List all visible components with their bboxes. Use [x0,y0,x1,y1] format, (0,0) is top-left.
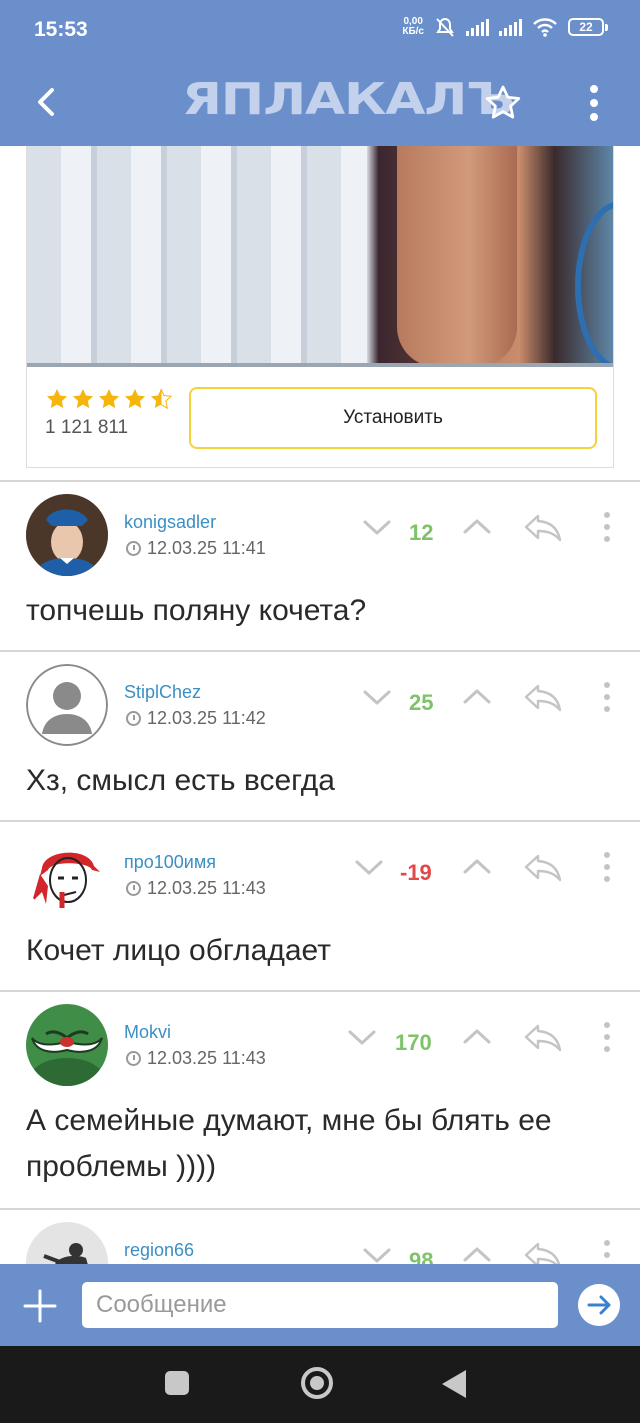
clock-icon [126,881,141,896]
chevron-up-icon[interactable] [462,512,492,542]
system-nav-bar [0,1346,640,1423]
comment-author[interactable]: konigsadler [124,512,216,533]
more-vertical-icon[interactable] [598,1238,616,1264]
comments-feed[interactable]: 1 121 811 Установить konigsadler 12.03.2… [0,146,640,1264]
clock-icon [126,541,141,556]
avatar[interactable] [26,1004,108,1086]
avatar[interactable] [26,494,108,576]
chevron-down-icon[interactable] [347,1022,377,1052]
reply-icon[interactable] [522,1020,564,1054]
net-speed-unit: КБ/с [402,26,424,37]
reply-icon[interactable] [522,850,564,884]
reply-icon[interactable] [522,1238,564,1264]
home-icon[interactable] [301,1367,333,1399]
avatar[interactable] [26,1222,108,1264]
comment-text: Кочет лицо обгладает [26,934,331,967]
recents-icon[interactable] [165,1371,189,1395]
more-vertical-icon[interactable] [598,1020,616,1054]
reply-icon[interactable] [522,680,564,714]
rating-count: 1 121 811 [45,417,129,438]
more-vertical-icon[interactable] [598,680,616,714]
avatar[interactable] [26,834,108,916]
star-icon [125,389,145,409]
app-bar: ЯПЛАКАЛЪ [0,60,640,146]
comment-time: 12.03.25 11:41 [126,538,266,559]
comment: region66 98 [0,1210,640,1264]
comment-time: 12.03.25 11:42 [126,708,266,729]
ad-image[interactable] [27,146,613,367]
status-time: 15:53 [34,18,88,41]
net-speed: 0,00 КБ/с [402,17,424,37]
chevron-up-icon[interactable] [462,1240,492,1264]
comment-score: -19 [400,860,432,885]
app-screen: 15:53 0,00 КБ/с 22 ЯПЛАКАЛЪ 1 121 811 Ус… [0,0,640,1423]
star-icon [99,389,119,409]
signal-icon [499,18,522,36]
back-triangle-icon[interactable] [442,1370,466,1398]
chevron-left-icon[interactable] [24,80,68,124]
star-icon[interactable] [482,82,524,124]
ad-image-progress [27,363,613,367]
chevron-down-icon[interactable] [354,852,384,882]
comment-author[interactable]: Mokvi [124,1022,171,1043]
ad-banner[interactable]: 1 121 811 Установить [26,146,614,468]
ad-image-arm [397,146,517,367]
comment: StiplChez 12.03.25 11:42 25 Хз, смысл ес… [0,652,640,820]
comment: про100имя 12.03.25 11:43 -19 Кочет лицо … [0,822,640,990]
more-vertical-icon[interactable] [584,82,604,124]
battery-icon: 22 [568,18,608,36]
chevron-up-icon[interactable] [462,1022,492,1052]
comment-score: 25 [409,690,434,715]
ad-image-skirt [27,146,367,367]
comment-time: 12.03.25 11:43 [126,878,266,899]
comment-score: 98 [409,1248,434,1264]
plus-icon[interactable] [20,1286,60,1326]
reply-icon[interactable] [522,510,564,544]
avatar[interactable] [26,664,108,746]
comment: konigsadler 12.03.25 11:41 12 топчешь по… [0,482,640,650]
chevron-up-icon[interactable] [462,852,492,882]
chevron-down-icon[interactable] [362,682,392,712]
star-half-icon [151,388,173,410]
comment-score: 12 [409,520,434,545]
message-input[interactable] [82,1282,558,1328]
ad-image-racket [575,201,613,367]
signal-icon [466,18,489,36]
star-icon [73,389,93,409]
comment-text: А семейные думают, мне бы блять ее пробл… [26,1104,552,1183]
comment-text: Хз, смысл есть всегда [26,764,335,797]
comment-time: 12.03.25 11:43 [126,1048,266,1069]
more-vertical-icon[interactable] [598,510,616,544]
install-button[interactable]: Установить [189,387,597,449]
comment-author[interactable]: StiplChez [124,682,201,703]
status-bar: 15:53 0,00 КБ/с 22 [0,0,640,60]
rating-stars [45,387,173,411]
comment-text: топчешь поляну кочета? [26,594,367,627]
clock-icon [126,711,141,726]
status-icons: 0,00 КБ/с 22 [402,16,608,38]
more-vertical-icon[interactable] [598,850,616,884]
comment-author[interactable]: region66 [124,1240,194,1261]
chevron-down-icon[interactable] [362,512,392,542]
site-logo[interactable]: ЯПЛАКАЛЪ [182,74,515,125]
chevron-up-icon[interactable] [462,682,492,712]
comment-score: 170 [395,1030,432,1055]
chevron-down-icon[interactable] [362,1240,392,1264]
comment: Mokvi 12.03.25 11:43 170 А семейные дума… [0,992,640,1206]
comment-author[interactable]: про100имя [124,852,216,873]
star-icon [47,389,67,409]
wifi-icon [533,18,557,37]
clock-icon [126,1051,141,1066]
send-arrow-icon[interactable] [578,1284,620,1326]
mute-icon [436,17,454,37]
message-composer [0,1264,640,1346]
